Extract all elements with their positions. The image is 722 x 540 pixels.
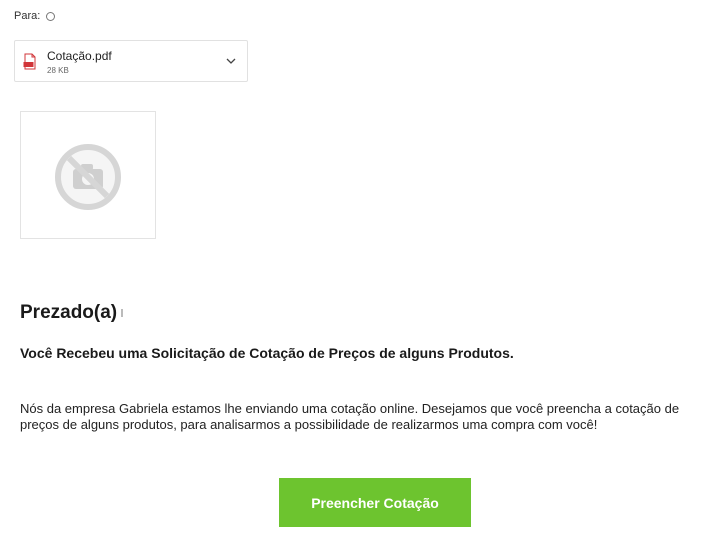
recipient-row: Para: (14, 10, 56, 22)
greeting-text: Prezado(a) (20, 302, 118, 323)
to-label: Para: (14, 10, 41, 22)
attachment-filename: Cotação.pdf (47, 49, 112, 63)
chevron-down-icon[interactable] (225, 55, 237, 67)
fill-quote-button[interactable]: Preencher Cotação (279, 478, 471, 527)
email-greeting: Prezado(a) (20, 302, 124, 324)
attachment-size: 28 KB (47, 66, 69, 75)
email-subheading: Você Recebeu uma Solicitação de Cotação … (20, 345, 514, 361)
greeting-mark (121, 308, 124, 317)
image-placeholder (20, 111, 156, 239)
pdf-file-icon (23, 53, 36, 70)
broken-image-icon (55, 144, 121, 210)
attachment-card[interactable]: Cotação.pdf 28 KB (14, 40, 248, 82)
email-body: Nós da empresa Gabriela estamos lhe envi… (20, 401, 680, 432)
recipient-status-icon[interactable] (46, 11, 56, 21)
